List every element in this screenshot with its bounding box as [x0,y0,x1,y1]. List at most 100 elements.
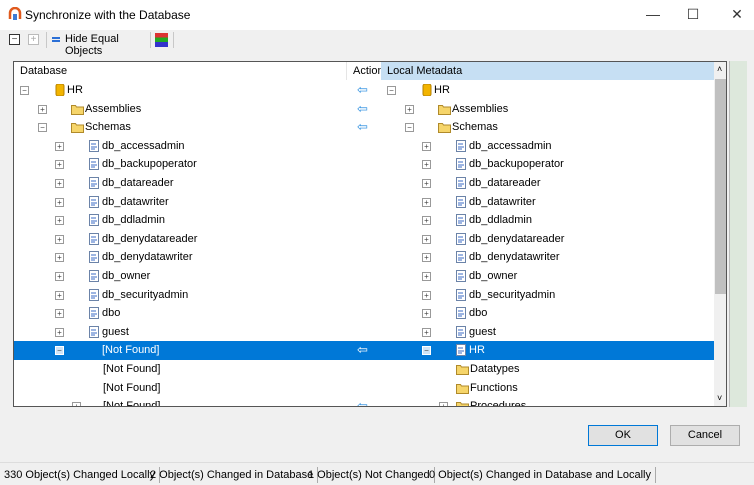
tree-row[interactable]: + db_datawriter + db_datawriter [14,193,714,212]
tree-row[interactable]: + db_denydatareader + db_denydatareader [14,230,714,249]
local-node-label: db_denydatareader [469,232,565,245]
difference-overview-map[interactable] [729,61,747,407]
folder-icon [456,402,469,406]
header-action[interactable]: Action [346,62,384,80]
hide-equal-objects-button[interactable]: Hide Equal Objects [51,33,151,57]
expander-toggle[interactable]: + [422,253,431,263]
tree-row[interactable]: − Schemas − Schemas ⇦ [14,118,714,137]
tree-row[interactable]: + Assemblies + Assemblies ⇦ [14,100,714,119]
ok-button[interactable]: OK [588,425,658,446]
expander-toggle[interactable]: + [422,179,431,188]
expander-toggle[interactable]: + [422,309,431,319]
local-node-label: db_securityadmin [469,288,556,301]
local-node-label: Functions [470,381,518,394]
maximize-button[interactable]: ☐ [678,4,708,24]
expander-toggle[interactable]: + [439,402,448,406]
database-node-label: db_denydatareader [102,232,198,245]
arrow-left-icon[interactable]: ⇦ [357,343,368,356]
schema-icon [456,158,466,171]
header-database[interactable]: Database [14,62,346,80]
expand-all-button[interactable]: + [28,34,39,45]
database-node-label: db_denydatawriter [102,251,193,264]
folder-icon [438,123,451,134]
tree-row[interactable]: + db_datareader + db_datareader [14,174,714,193]
expander-toggle[interactable]: + [38,104,47,114]
schema-icon [89,195,99,208]
tree-row[interactable]: + db_ddladmin + db_ddladmin [14,211,714,230]
tree-row[interactable]: [Not Found] Datatypes [14,360,714,379]
expander-toggle[interactable]: + [422,234,431,244]
expander-toggle[interactable]: + [55,160,64,170]
tree-row[interactable]: + db_accessadmin + db_accessadmin [14,137,714,156]
database-node-label: Assemblies [85,102,142,115]
expander-toggle[interactable]: + [55,272,64,281]
expander-toggle[interactable]: + [55,179,64,188]
cancel-button[interactable]: Cancel [670,425,740,446]
equal-icon [52,37,60,39]
schema-icon [456,270,466,282]
expander-toggle[interactable]: + [422,290,431,300]
tree-row[interactable]: − HR − HR ⇦ [14,81,714,100]
expander-toggle[interactable]: + [55,216,64,226]
arrow-left-icon[interactable]: ⇦ [357,399,368,406]
tree-row[interactable]: [Not Found] Functions [14,379,714,398]
folder-icon [438,104,451,115]
tree-row[interactable]: + [Not Found] + Procedures ⇦ [14,397,714,407]
expander-toggle[interactable]: − [38,123,47,133]
status-bar: 330 Object(s) Changed Locally 2 Object(s… [0,462,754,485]
minimize-button[interactable]: — [638,4,668,24]
expander-toggle[interactable]: + [55,253,64,263]
schema-icon [456,139,466,152]
scroll-up-icon[interactable]: ˄ [717,64,722,74]
expander-toggle[interactable]: + [55,309,64,319]
tree-row[interactable]: + db_owner + db_owner [14,267,714,286]
database-node-label: dbo [102,307,121,320]
expander-toggle[interactable]: + [55,290,64,300]
local-node-label: Procedures [470,400,527,407]
vertical-scrollbar[interactable]: ˄ ˅ [714,62,726,406]
folder-icon [71,123,84,134]
expander-toggle[interactable]: + [422,160,431,170]
expander-toggle[interactable]: + [422,327,431,337]
expander-toggle[interactable]: − [422,346,431,356]
expander-toggle[interactable]: + [422,197,431,207]
folder-icon [456,383,469,394]
tree-row[interactable]: + dbo + dbo [14,304,714,323]
expander-toggle[interactable]: + [55,141,64,151]
local-node-label: db_owner [469,270,518,282]
tree-row[interactable]: + db_backupoperator + db_backupoperator [14,155,714,174]
tree-row[interactable]: − [Not Found] − HR ⇦ [14,341,714,360]
header-local-metadata[interactable]: Local Metadata [381,62,714,80]
arrow-left-icon[interactable]: ⇦ [357,120,368,133]
arrow-left-icon[interactable]: ⇦ [357,102,368,115]
arrow-left-icon[interactable]: ⇦ [357,83,368,96]
tree-row[interactable]: + db_securityadmin + db_securityadmin [14,286,714,305]
expander-toggle[interactable]: − [55,346,64,356]
expander-toggle[interactable]: − [20,86,29,95]
expander-toggle[interactable]: + [422,141,431,151]
expander-toggle[interactable]: + [55,234,64,244]
schema-icon [89,232,99,245]
expander-toggle[interactable]: + [55,197,64,207]
expander-toggle[interactable]: + [55,327,64,337]
database-icon [422,84,432,96]
expander-toggle[interactable]: + [72,402,81,406]
local-node-label: HR [434,84,450,96]
scroll-thumb[interactable] [715,79,726,294]
database-node-label: db_ddladmin [102,214,165,227]
close-button[interactable]: ✕ [722,4,752,24]
collapse-all-button[interactable]: − [9,34,20,45]
sync-app-icon [8,7,22,20]
scroll-down-icon[interactable]: ˅ [717,393,722,403]
expander-toggle[interactable]: + [405,104,414,114]
tree-row[interactable]: + db_denydatawriter + db_denydatawriter [14,248,714,267]
expander-toggle[interactable]: − [405,123,414,133]
expander-toggle[interactable]: + [422,216,431,226]
tree-row[interactable]: + guest + guest [14,323,714,342]
hide-equal-label: Hide Equal Objects [65,33,119,57]
schema-icon [89,158,99,171]
color-legend-icon[interactable] [155,33,168,47]
expander-toggle[interactable]: − [387,86,396,95]
database-node-label: [Not Found] [103,363,161,375]
expander-toggle[interactable]: + [422,272,431,281]
